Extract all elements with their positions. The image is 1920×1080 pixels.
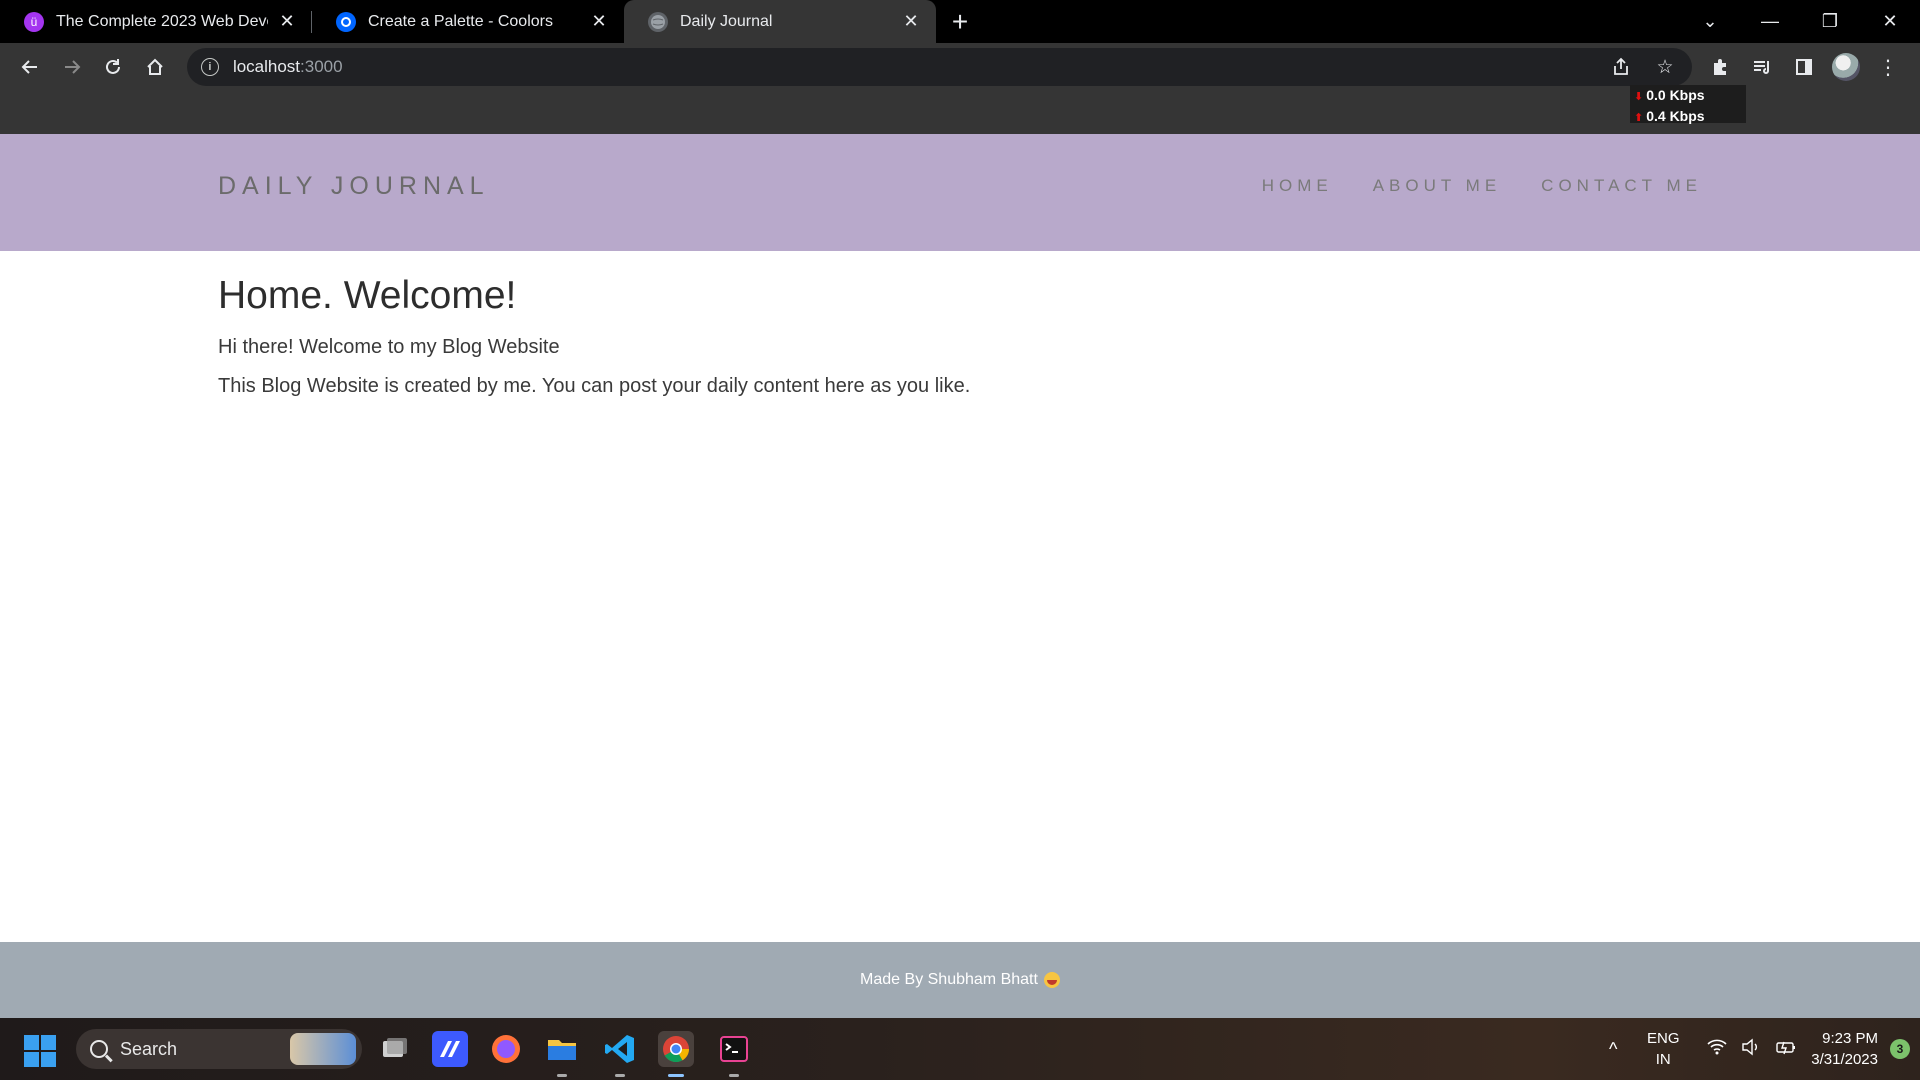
- main-content: Home. Welcome! Hi there! Welcome to my B…: [218, 274, 970, 414]
- language-code: ENG: [1647, 1030, 1680, 1047]
- globe-icon: [648, 11, 668, 32]
- bookmark-star-icon[interactable]: ☆: [1652, 54, 1678, 80]
- taskbar: Search ^ ENG IN 9:23 PM 3/31/2023 3: [0, 1018, 1920, 1080]
- forward-icon[interactable]: [52, 47, 92, 87]
- site-header: DAILY JOURNAL HOME ABOUT ME CONTACT ME: [0, 134, 1920, 251]
- screen-app-icon[interactable]: [432, 1031, 468, 1067]
- download-arrow-icon: ⬇: [1634, 91, 1644, 103]
- address-bar[interactable]: i localhost:3000 ☆: [186, 48, 1692, 86]
- tab-strip: ü The Complete 2023 Web Develop ✕ Create…: [0, 0, 1920, 43]
- firefox-icon[interactable]: [488, 1031, 524, 1067]
- clock[interactable]: 9:23 PM 3/31/2023: [1811, 1028, 1886, 1070]
- url-port: :3000: [300, 57, 343, 76]
- tab-udemy[interactable]: ü The Complete 2023 Web Develop ✕: [0, 0, 312, 43]
- nav-about-link[interactable]: ABOUT ME: [1373, 176, 1501, 196]
- nav-contact-link[interactable]: CONTACT ME: [1541, 176, 1702, 196]
- file-explorer-icon[interactable]: [544, 1031, 580, 1077]
- restore-button[interactable]: ❐: [1800, 0, 1860, 43]
- network-speed-meter: ⬇ 0.0 Kbps ⬆ 0.4 Kbps: [1630, 85, 1746, 124]
- nav-home-link[interactable]: HOME: [1262, 176, 1333, 196]
- battery-icon: [1775, 1038, 1797, 1061]
- download-speed: 0.0 Kbps: [1646, 87, 1705, 103]
- time: 9:23 PM: [1822, 1030, 1878, 1047]
- toolbar-actions: ⋮: [1700, 47, 1910, 87]
- volume-icon: [1741, 1038, 1761, 1061]
- wifi-icon: [1707, 1038, 1727, 1061]
- date: 3/31/2023: [1811, 1051, 1878, 1068]
- side-panel-icon[interactable]: [1784, 47, 1824, 87]
- reload-icon[interactable]: [93, 47, 133, 87]
- site-nav: HOME ABOUT ME CONTACT ME: [1262, 176, 1702, 196]
- site-footer: Made By Shubham Bhatt: [0, 942, 1920, 1018]
- home-icon[interactable]: [135, 47, 175, 87]
- heart-eyes-emoji-icon: [1043, 972, 1060, 988]
- close-window-button[interactable]: ✕: [1860, 0, 1920, 43]
- extensions-icon[interactable]: [1700, 47, 1740, 87]
- site-brand[interactable]: DAILY JOURNAL: [218, 172, 490, 201]
- language-indicator[interactable]: ENG IN: [1633, 1028, 1693, 1070]
- tab-title: The Complete 2023 Web Develop: [56, 12, 268, 30]
- upload-arrow-icon: ⬆: [1634, 112, 1644, 124]
- windows-start-icon[interactable]: [24, 1035, 56, 1067]
- chrome-icon[interactable]: [658, 1031, 694, 1077]
- quick-settings[interactable]: [1693, 1038, 1811, 1061]
- vs-code-icon[interactable]: [602, 1031, 638, 1077]
- notification-badge[interactable]: 3: [1890, 1039, 1910, 1059]
- taskbar-search[interactable]: Search: [76, 1029, 362, 1069]
- url-host: localhost: [232, 57, 301, 76]
- media-control-icon[interactable]: [1742, 47, 1782, 87]
- region-code: IN: [1655, 1051, 1671, 1068]
- info-icon[interactable]: i: [200, 58, 219, 76]
- coolors-icon: [336, 11, 356, 32]
- tab-title: Daily Journal: [680, 12, 773, 30]
- profile-avatar[interactable]: [1826, 47, 1866, 87]
- new-tab-button[interactable]: +: [940, 0, 980, 43]
- window-controls: ⌄ — ❐ ✕: [1680, 0, 1920, 43]
- chevron-up-icon[interactable]: ^: [1593, 1039, 1633, 1060]
- share-icon[interactable]: [1608, 54, 1634, 80]
- tab-coolors[interactable]: Create a Palette - Coolors ✕: [312, 0, 624, 43]
- avatar: [1832, 53, 1860, 81]
- intro-paragraph: Hi there! Welcome to my Blog Website: [218, 336, 560, 358]
- close-icon[interactable]: ✕: [588, 11, 610, 33]
- task-view-icon[interactable]: [376, 1031, 412, 1067]
- terminal-icon[interactable]: [716, 1031, 752, 1077]
- udemy-icon: ü: [24, 11, 44, 32]
- tab-search-icon[interactable]: ⌄: [1680, 0, 1740, 43]
- upload-speed: 0.4 Kbps: [1646, 108, 1705, 124]
- tab-daily-journal[interactable]: Daily Journal ✕: [624, 0, 936, 43]
- close-icon[interactable]: ✕: [900, 11, 922, 33]
- tab-title: Create a Palette - Coolors: [368, 12, 553, 30]
- menu-kebab-icon[interactable]: ⋮: [1868, 47, 1908, 87]
- minimize-button[interactable]: —: [1740, 0, 1800, 43]
- web-page: DAILY JOURNAL HOME ABOUT ME CONTACT ME H…: [0, 134, 1920, 1018]
- search-highlight-graphic: [290, 1033, 356, 1065]
- close-icon[interactable]: ✕: [276, 11, 298, 33]
- footer-text: Made By Shubham Bhatt: [860, 971, 1038, 988]
- description-paragraph: This Blog Website is created by me. You …: [218, 375, 971, 397]
- system-tray: ^ ENG IN 9:23 PM 3/31/2023 3: [1593, 1018, 1920, 1080]
- browser-toolbar: i localhost:3000 ☆ ⋮: [0, 43, 1920, 91]
- search-icon: [90, 1040, 108, 1058]
- page-title: Home. Welcome!: [218, 274, 517, 317]
- back-icon[interactable]: [10, 47, 50, 87]
- search-label: Search: [120, 1038, 178, 1059]
